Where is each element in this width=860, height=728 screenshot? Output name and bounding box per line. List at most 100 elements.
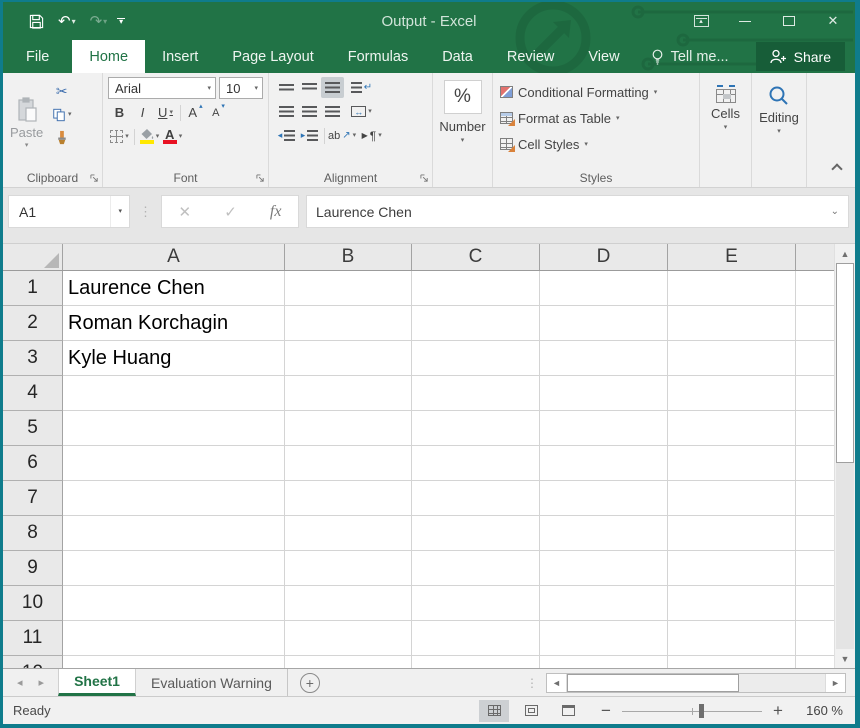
- bottom-align-button[interactable]: [321, 77, 344, 98]
- horizontal-scrollbar[interactable]: ◄ ►: [546, 673, 846, 693]
- share-button[interactable]: Share: [756, 42, 845, 71]
- font-name-combo[interactable]: Arial ▾: [108, 77, 216, 99]
- cell-B9[interactable]: [285, 551, 412, 586]
- cell-C1[interactable]: [412, 271, 540, 306]
- cell-E3[interactable]: [668, 341, 796, 376]
- tab-page-layout[interactable]: Page Layout: [215, 40, 330, 73]
- middle-align-button[interactable]: [298, 77, 321, 98]
- tab-review[interactable]: Review: [490, 40, 572, 73]
- row-header-1[interactable]: 1: [3, 271, 63, 306]
- select-all-corner[interactable]: [3, 244, 63, 270]
- row-header-4[interactable]: 4: [3, 376, 63, 411]
- next-sheet-button[interactable]: ▸: [39, 676, 45, 689]
- cell-D1[interactable]: [540, 271, 668, 306]
- sheet-tab-evaluation-warning[interactable]: Evaluation Warning: [136, 669, 288, 696]
- sheet-tab-sheet1[interactable]: Sheet1: [58, 669, 136, 696]
- cell-B4[interactable]: [285, 376, 412, 411]
- cell-E5[interactable]: [668, 411, 796, 446]
- cell-C7[interactable]: [412, 481, 540, 516]
- orientation-button[interactable]: ab↗▾: [328, 125, 356, 146]
- align-right-button[interactable]: [321, 101, 344, 122]
- cell-C4[interactable]: [412, 376, 540, 411]
- font-color-button[interactable]: A ▾: [161, 126, 184, 147]
- cell-E8[interactable]: [668, 516, 796, 551]
- enter-entry-button[interactable]: ✓: [224, 203, 237, 221]
- cell-A7[interactable]: [63, 481, 285, 516]
- cell-D9[interactable]: [540, 551, 668, 586]
- zoom-out-button[interactable]: −: [599, 701, 613, 721]
- row-header-10[interactable]: 10: [3, 586, 63, 621]
- cell-A9[interactable]: [63, 551, 285, 586]
- cell-D2[interactable]: [540, 306, 668, 341]
- alignment-dialog-launcher[interactable]: [420, 174, 429, 183]
- cell-D4[interactable]: [540, 376, 668, 411]
- italic-button[interactable]: I: [131, 102, 154, 123]
- cell-C5[interactable]: [412, 411, 540, 446]
- decrease-indent-button[interactable]: ◂: [275, 125, 298, 146]
- cell-E10[interactable]: [668, 586, 796, 621]
- cell-E7[interactable]: [668, 481, 796, 516]
- zoom-slider-thumb[interactable]: [699, 704, 704, 718]
- tab-formulas[interactable]: Formulas: [331, 40, 425, 73]
- cell-B6[interactable]: [285, 446, 412, 481]
- borders-button[interactable]: ▾: [108, 126, 131, 147]
- increase-indent-button[interactable]: ▸: [298, 125, 321, 146]
- cell-B10[interactable]: [285, 586, 412, 621]
- cell-B5[interactable]: [285, 411, 412, 446]
- cell-D8[interactable]: [540, 516, 668, 551]
- cell-D7[interactable]: [540, 481, 668, 516]
- row-header-12[interactable]: 12: [3, 656, 63, 668]
- row-header-3[interactable]: 3: [3, 341, 63, 376]
- zoom-level[interactable]: 160 %: [799, 703, 843, 718]
- cell-E9[interactable]: [668, 551, 796, 586]
- tab-bar-resize-dots[interactable]: ⋮: [526, 676, 538, 690]
- expand-formula-bar-icon[interactable]: ⌄: [831, 207, 848, 217]
- column-header-E[interactable]: E: [668, 244, 796, 270]
- underline-button[interactable]: U▾: [154, 102, 177, 123]
- cell-D6[interactable]: [540, 446, 668, 481]
- zoom-in-button[interactable]: +: [771, 701, 785, 721]
- cell-A11[interactable]: [63, 621, 285, 656]
- cell-A8[interactable]: [63, 516, 285, 551]
- column-header-A[interactable]: A: [63, 244, 285, 270]
- fill-color-button[interactable]: ▾: [138, 126, 161, 147]
- name-box[interactable]: A1 ▾: [8, 195, 130, 228]
- row-header-8[interactable]: 8: [3, 516, 63, 551]
- cancel-entry-button[interactable]: ✕: [179, 203, 192, 221]
- horizontal-scrollbar-thumb[interactable]: [567, 674, 739, 692]
- cell-B7[interactable]: [285, 481, 412, 516]
- cell-C12[interactable]: [412, 656, 540, 668]
- increase-font-size-button[interactable]: A▴: [184, 102, 207, 123]
- bold-button[interactable]: B: [108, 102, 131, 123]
- tab-file[interactable]: File: [3, 40, 72, 73]
- cell-D3[interactable]: [540, 341, 668, 376]
- cell-B11[interactable]: [285, 621, 412, 656]
- font-dialog-launcher[interactable]: [256, 174, 265, 183]
- cut-button[interactable]: ✂: [50, 81, 73, 102]
- row-header-2[interactable]: 2: [3, 306, 63, 341]
- collapse-ribbon-button[interactable]: [831, 163, 842, 174]
- top-align-button[interactable]: [275, 77, 298, 98]
- cell-C9[interactable]: [412, 551, 540, 586]
- insert-function-button[interactable]: fx: [270, 203, 282, 221]
- page-break-view-button[interactable]: [553, 700, 583, 722]
- font-size-combo[interactable]: 10 ▾: [219, 77, 263, 99]
- cell-C6[interactable]: [412, 446, 540, 481]
- tab-view[interactable]: View: [571, 40, 636, 73]
- cell-A6[interactable]: [63, 446, 285, 481]
- vertical-scrollbar-thumb[interactable]: [836, 263, 854, 463]
- tell-me-button[interactable]: Tell me...: [637, 40, 743, 73]
- tab-home[interactable]: Home: [72, 40, 145, 73]
- row-header-6[interactable]: 6: [3, 446, 63, 481]
- formula-bar-resize-dots[interactable]: ⋮: [139, 204, 152, 220]
- column-header-B[interactable]: B: [285, 244, 412, 270]
- cell-D5[interactable]: [540, 411, 668, 446]
- cell-B3[interactable]: [285, 341, 412, 376]
- number-format-button[interactable]: % Number ▾: [433, 77, 492, 144]
- clipboard-dialog-launcher[interactable]: [90, 174, 99, 183]
- vertical-scrollbar-track[interactable]: [836, 463, 854, 649]
- align-left-button[interactable]: [275, 101, 298, 122]
- ribbon-display-options-button[interactable]: ▴: [679, 6, 723, 36]
- previous-sheet-button[interactable]: ◂: [17, 676, 23, 689]
- cell-C3[interactable]: [412, 341, 540, 376]
